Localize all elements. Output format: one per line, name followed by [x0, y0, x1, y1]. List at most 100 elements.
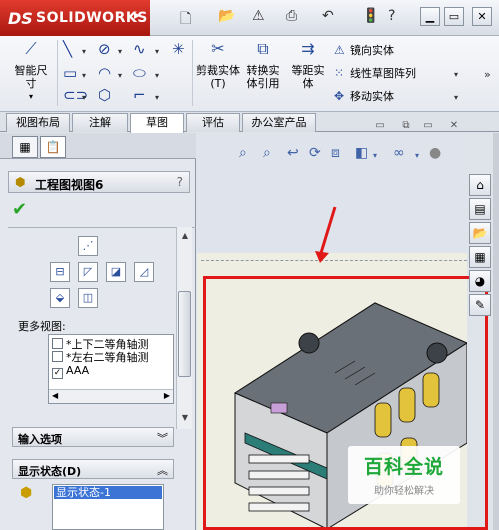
ribbon-scroll-icon[interactable]: »: [484, 68, 491, 81]
checkbox-checked[interactable]: ✓: [52, 368, 63, 379]
pattern-dropdown-icon[interactable]: ▾: [454, 70, 458, 79]
custom-properties-icon[interactable]: ✎: [469, 294, 491, 316]
import-options-group[interactable]: 输入选项 ︾: [12, 427, 174, 447]
spline-icon[interactable]: ∿: [133, 40, 146, 58]
ellipse-dropdown-icon[interactable]: ▾: [155, 71, 159, 80]
display-state-group[interactable]: 显示状态(D) ︽: [12, 459, 174, 479]
restore-button[interactable]: ▭: [444, 7, 464, 26]
file-explorer-icon[interactable]: 📂: [469, 222, 491, 244]
offset-entities-button[interactable]: ⇉ 等距实体: [288, 41, 328, 91]
tab-label: 评估: [202, 116, 224, 129]
line-icon[interactable]: ╲: [63, 40, 72, 58]
smart-dimension-button[interactable]: ⟋ 智能尺寸 ▾: [10, 39, 52, 103]
spline-dropdown-icon[interactable]: ▾: [155, 47, 159, 56]
trimetric-view-icon[interactable]: ◫: [78, 288, 98, 308]
rebuild-warning-icon[interactable]: ⚠: [252, 8, 265, 24]
display-state-item[interactable]: 显示状态-1: [54, 486, 162, 499]
property-manager-tab-icon[interactable]: 📋: [40, 136, 66, 158]
current-view-icon[interactable]: ⋰: [78, 236, 98, 256]
help-icon[interactable]: ?: [388, 8, 395, 24]
line-dropdown-icon[interactable]: ▾: [82, 47, 86, 56]
isometric-view-icon[interactable]: ⬙: [50, 288, 70, 308]
circle-icon[interactable]: ⊘: [98, 40, 111, 58]
list-item-label: *左右二等角轴测: [66, 351, 149, 364]
section-view-icon[interactable]: ⧈: [331, 145, 340, 161]
traffic-light-icon[interactable]: 🚦: [362, 8, 379, 24]
front-view-icon[interactable]: ⊟: [50, 262, 70, 282]
tab-annotation[interactable]: 注解: [72, 113, 128, 132]
red-arrow-annotation: [315, 206, 337, 263]
menu-arrow-icon[interactable]: ▸: [134, 8, 141, 23]
tab-office-products[interactable]: 办公室产品: [242, 113, 316, 132]
scroll-thumb[interactable]: [178, 291, 191, 377]
tab-sketch[interactable]: 草图: [130, 113, 184, 133]
back-view-icon[interactable]: ◿: [134, 262, 154, 282]
checkbox[interactable]: [52, 351, 63, 362]
top-view-icon[interactable]: ◸: [78, 262, 98, 282]
view-close-icon[interactable]: ✕: [446, 120, 462, 134]
appearance-icon[interactable]: ●: [429, 145, 441, 161]
view-restore-icon[interactable]: ▭: [420, 120, 436, 134]
right-view-icon[interactable]: ◪: [106, 262, 126, 282]
minimize-button[interactable]: ▁: [420, 7, 440, 26]
zoom-to-fit-icon[interactable]: ⌕: [239, 145, 247, 161]
appearances-icon[interactable]: ◕: [469, 270, 491, 292]
list-item[interactable]: ✓ AAA: [52, 364, 89, 379]
fillet-dropdown-icon[interactable]: ▾: [155, 93, 159, 102]
hide-show-dropdown-icon[interactable]: ▾: [415, 151, 419, 160]
scroll-down-icon[interactable]: ▼: [178, 413, 192, 422]
ok-check-icon[interactable]: ✔: [12, 199, 27, 220]
list-item[interactable]: *上下二等角轴测: [52, 338, 149, 351]
ellipse-icon[interactable]: ⬭: [133, 64, 146, 82]
checkbox[interactable]: [52, 338, 63, 349]
more-views-list[interactable]: *上下二等角轴测 *左右二等角轴测 ✓ AAA ◀ ▶: [48, 334, 174, 404]
rebuild-icon[interactable]: ⟳: [309, 145, 321, 161]
arc-icon[interactable]: ◠: [98, 64, 111, 82]
display-style-dropdown-icon[interactable]: ▾: [373, 151, 377, 160]
view-palette-icon[interactable]: ▦: [469, 246, 491, 268]
display-style-icon[interactable]: ◧: [355, 145, 368, 161]
view-tile-icon[interactable]: ⧉: [398, 120, 414, 134]
expand-chevron-icon[interactable]: ︾: [157, 430, 168, 446]
design-library-icon[interactable]: ▤: [469, 198, 491, 220]
slot-dropdown-icon[interactable]: ▾: [82, 93, 86, 102]
rectangle-icon[interactable]: ▭: [63, 64, 77, 82]
collapse-chevron-icon[interactable]: ︽: [157, 462, 168, 478]
close-button[interactable]: ✕: [472, 7, 492, 26]
property-manager-header: ⬢ 工程图视图6 ?: [8, 171, 190, 193]
scroll-right-icon[interactable]: ▶: [164, 391, 170, 400]
help-button[interactable]: ?: [177, 175, 183, 189]
mirror-entities-button[interactable]: ⚠ 镜向实体: [334, 42, 394, 58]
solidworks-logo[interactable]: DS SOLIDWORKS ▸: [0, 0, 150, 36]
circle-dropdown-icon[interactable]: ▾: [118, 47, 122, 56]
dimension-icon: ⟋: [25, 39, 37, 58]
move-entities-button[interactable]: ✥ 移动实体: [334, 88, 394, 104]
feature-tree-tab-icon[interactable]: ▦: [12, 136, 38, 158]
previous-view-icon[interactable]: ↩: [287, 145, 299, 161]
print-icon[interactable]: ⎙: [286, 8, 297, 24]
scroll-up-icon[interactable]: ▲: [178, 231, 192, 240]
new-document-icon[interactable]: 🗋: [180, 8, 191, 32]
convert-entities-button[interactable]: ⧉ 转换实体引用: [243, 41, 283, 91]
open-folder-icon[interactable]: 📂: [218, 8, 235, 24]
zoom-to-area-icon[interactable]: ⌕: [263, 145, 271, 161]
move-dropdown-icon[interactable]: ▾: [454, 93, 458, 102]
tab-view-layout[interactable]: 视图布局: [6, 113, 70, 132]
fillet-icon[interactable]: ⌐: [133, 86, 146, 104]
linear-pattern-button[interactable]: ⁙ 线性草图阵列: [334, 65, 416, 81]
list-item[interactable]: *左右二等角轴测: [52, 351, 149, 364]
tab-evaluate[interactable]: 评估: [186, 113, 240, 132]
display-state-list[interactable]: 显示状态-1: [52, 484, 164, 530]
panel-scrollbar[interactable]: ▲ ▼: [176, 227, 192, 429]
view-minimize-icon[interactable]: ▭: [372, 120, 388, 134]
hide-show-icon[interactable]: ∞: [393, 145, 405, 161]
point-icon[interactable]: ✳: [172, 40, 185, 58]
rectangle-dropdown-icon[interactable]: ▾: [82, 71, 86, 80]
trim-entities-button[interactable]: ✂ 剪裁实体(T): [196, 41, 240, 91]
undo-icon[interactable]: ↶: [322, 8, 334, 24]
horizontal-scrollbar[interactable]: ◀ ▶: [49, 389, 173, 403]
polygon-icon[interactable]: ⬡: [98, 86, 111, 104]
home-icon[interactable]: ⌂: [469, 174, 491, 196]
scroll-left-icon[interactable]: ◀: [52, 391, 58, 400]
arc-dropdown-icon[interactable]: ▾: [118, 71, 122, 80]
